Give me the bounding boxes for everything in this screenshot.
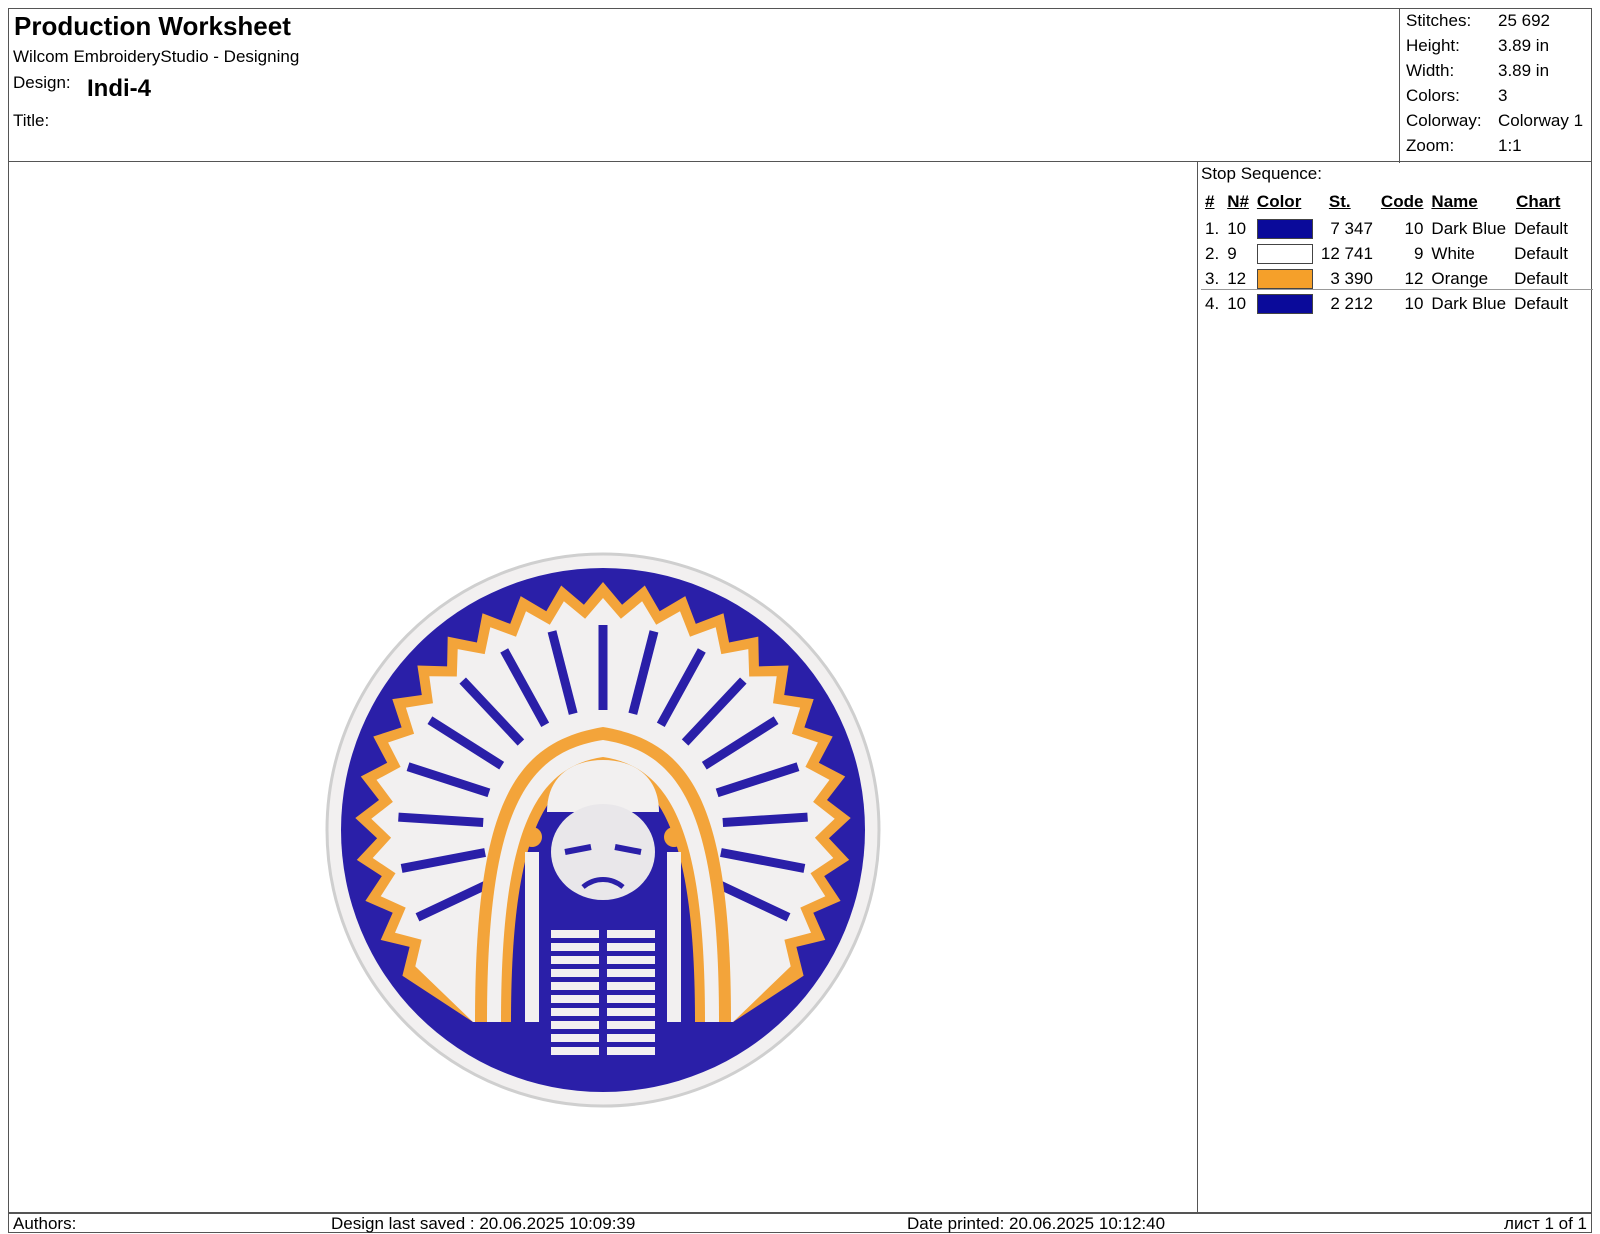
breastplate-bone xyxy=(551,969,599,977)
breastplate-bone xyxy=(607,1021,655,1029)
col-stitches: St. xyxy=(1328,192,1351,211)
stop-code: 9 xyxy=(1413,243,1424,263)
breastplate-bone xyxy=(607,930,655,938)
col-name: Name xyxy=(1431,192,1478,211)
design-label: Design: xyxy=(13,73,71,92)
stop-row: 2. 9 12 741 9 White Default xyxy=(1201,241,1572,266)
stop-row: 4. 10 2 212 10 Dark Blue Default xyxy=(1201,291,1572,316)
breastplate-bone xyxy=(607,1047,655,1055)
stop-code: 10 xyxy=(1404,218,1424,238)
breastplate-bone xyxy=(551,930,599,938)
breastplate-bone xyxy=(607,943,655,951)
stop-chart: Default xyxy=(1514,218,1568,238)
stop-name: Dark Blue xyxy=(1431,218,1507,238)
stop-code: 12 xyxy=(1404,268,1424,288)
col-needle: N# xyxy=(1227,192,1249,211)
stop-name: Orange xyxy=(1431,268,1489,288)
breastplate-bone xyxy=(607,1008,655,1016)
stop-index: 4. xyxy=(1205,293,1220,313)
stop-index: 3. xyxy=(1205,268,1220,288)
stat-stitches: Stitches: 25 692 xyxy=(1406,11,1550,30)
embroidery-design-image xyxy=(325,552,881,1108)
stat-height: Height: 3.89 in xyxy=(1406,36,1550,55)
stop-color-swatch xyxy=(1253,291,1317,316)
worksheet-title: Production Worksheet xyxy=(14,11,291,41)
stop-index: 1. xyxy=(1205,218,1220,238)
title-label: Title: xyxy=(13,111,50,130)
page-number: лист 1 of 1 xyxy=(1504,1214,1587,1233)
canvas-divider xyxy=(1197,162,1198,1214)
breastplate-bone xyxy=(551,982,599,990)
col-index: # xyxy=(1205,192,1215,211)
stat-colorway: Colorway: Colorway 1 xyxy=(1406,111,1584,130)
color-swatch xyxy=(1256,243,1313,264)
feather-ray xyxy=(398,812,484,827)
stop-needle: 10 xyxy=(1227,293,1247,313)
stop-name: White xyxy=(1431,243,1475,263)
design-name: Indi-4 xyxy=(87,75,151,102)
col-code: Code xyxy=(1380,192,1424,211)
breastplate-bone xyxy=(551,995,599,1003)
breastplate-bone xyxy=(607,969,655,977)
last-saved: Design last saved : 20.06.2025 10:09:39 xyxy=(331,1214,636,1233)
breastplate-bone xyxy=(607,995,655,1003)
breastplate-bone xyxy=(607,1034,655,1042)
header-panel: Production Worksheet Wilcom EmbroiderySt… xyxy=(8,8,1593,163)
stop-needle: 10 xyxy=(1227,218,1247,238)
breastplate-bone xyxy=(551,943,599,951)
stop-color-swatch xyxy=(1253,241,1317,266)
stop-sequence-table: # N# Color St. Code Name Chart 1. 10 7 347… xyxy=(1201,188,1572,316)
stop-name: Dark Blue xyxy=(1431,293,1507,313)
col-chart: Chart xyxy=(1516,192,1561,211)
worksheet: Production Worksheet Wilcom EmbroiderySt… xyxy=(8,8,1593,1233)
stop-stitches: 2 212 xyxy=(1330,293,1373,313)
stop-stitches: 12 741 xyxy=(1320,243,1373,263)
stat-colors: Colors: 3 xyxy=(1406,86,1508,105)
footer-bar: Authors: Design last saved : 20.06.2025 … xyxy=(8,1213,1592,1233)
stop-needle: 9 xyxy=(1227,243,1237,263)
stop-color-swatch xyxy=(1253,266,1317,291)
breastplate-bone xyxy=(607,982,655,990)
authors-label: Authors: xyxy=(13,1214,77,1233)
stop-row: 3. 12 3 390 12 Orange Default xyxy=(1201,266,1572,291)
stop-needle: 12 xyxy=(1227,268,1247,288)
stat-width: Width: 3.89 in xyxy=(1406,61,1550,80)
stop-color-swatch xyxy=(1253,216,1317,241)
stop-index: 2. xyxy=(1205,243,1220,263)
breastplate-bone xyxy=(551,1034,599,1042)
stop-stitches: 7 347 xyxy=(1330,218,1373,238)
stop-sequence-title: Stop Sequence: xyxy=(1201,164,1322,183)
breastplate-bone xyxy=(551,956,599,964)
breastplate-bone xyxy=(551,1008,599,1016)
stop-sequence-bottom-rule xyxy=(1201,289,1593,290)
stat-zoom: Zoom: 1:1 xyxy=(1406,136,1522,155)
color-swatch xyxy=(1256,218,1313,239)
app-name: Wilcom EmbroideryStudio - Designing xyxy=(13,47,300,66)
design-stats: Stitches: 25 692 Height: 3.89 in Width: 3.8… xyxy=(1399,9,1593,163)
color-swatch xyxy=(1256,293,1313,314)
stop-code: 10 xyxy=(1404,293,1424,313)
stop-chart: Default xyxy=(1514,268,1568,288)
date-printed: Date printed: 20.06.2025 10:12:40 xyxy=(907,1214,1166,1233)
stop-stitches: 3 390 xyxy=(1330,268,1373,288)
feather-ray xyxy=(722,812,808,827)
stop-chart: Default xyxy=(1514,243,1568,263)
stop-chart: Default xyxy=(1514,293,1568,313)
col-color: Color xyxy=(1256,192,1302,211)
breastplate-bone xyxy=(551,1047,599,1055)
table-header-row: # N# Color St. Code Name Chart xyxy=(1201,188,1572,216)
design-canvas: Stop Sequence: # N# Color St. Code Name … xyxy=(8,161,1593,1214)
color-swatch xyxy=(1256,268,1313,289)
breastplate-bone xyxy=(607,956,655,964)
breastplate-bone xyxy=(551,1021,599,1029)
stop-row: 1. 10 7 347 10 Dark Blue Default xyxy=(1201,216,1572,241)
